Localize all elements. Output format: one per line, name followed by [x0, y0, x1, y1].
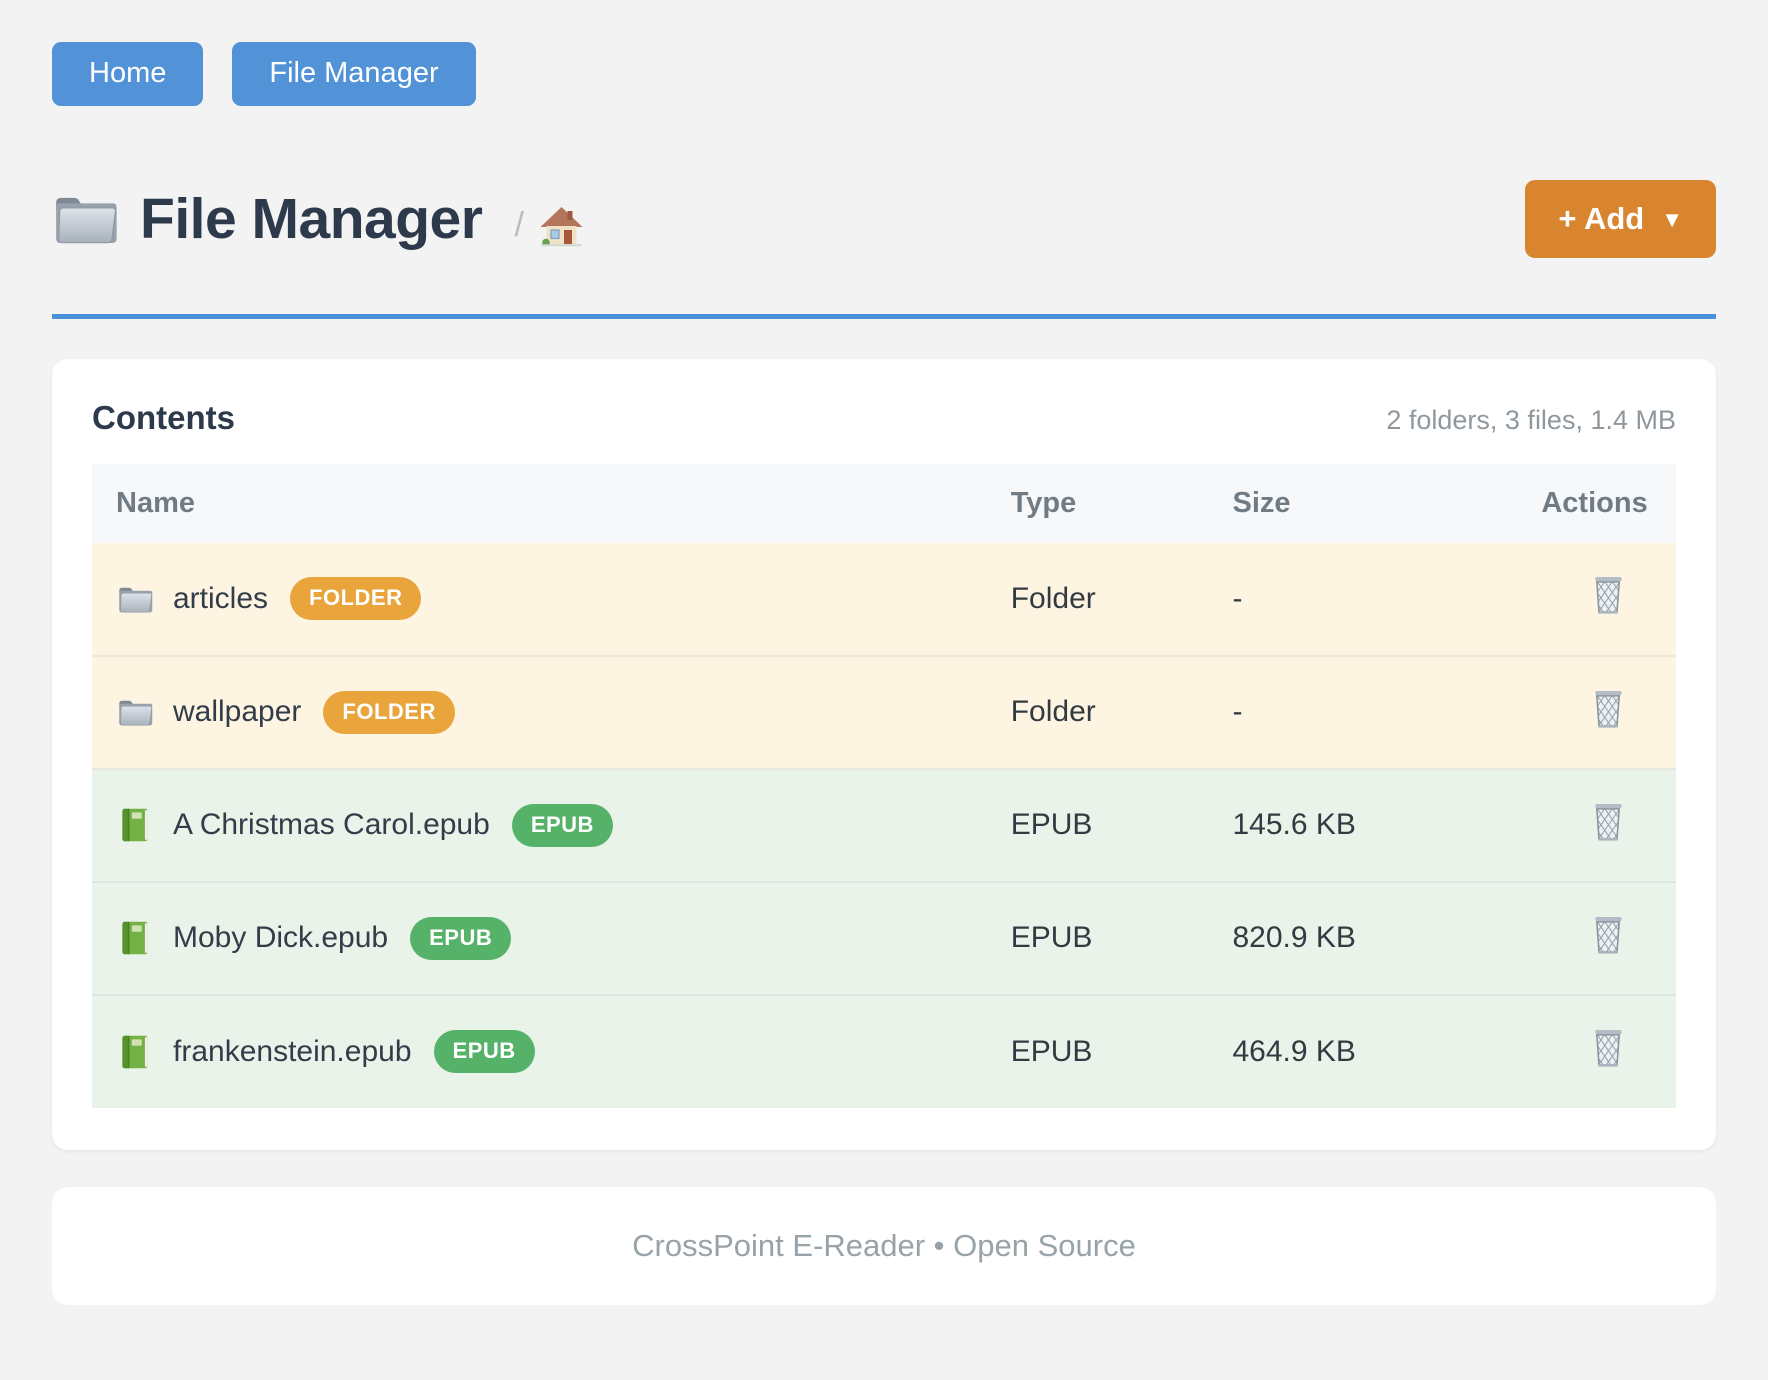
trash-icon [1590, 573, 1627, 616]
nav-file-manager-button[interactable]: File Manager [232, 42, 475, 106]
delete-button[interactable] [1590, 800, 1627, 843]
footer-text: CrossPoint E-Reader • Open Source [632, 1228, 1136, 1263]
size-cell: 820.9 KB [1232, 882, 1541, 995]
type-badge: EPUB [512, 804, 613, 847]
file-name[interactable]: frankenstein.epub [173, 1035, 412, 1069]
contents-title: Contents [92, 399, 235, 437]
table-header-row: Name Type Size Actions [92, 464, 1676, 543]
page-title: File Manager [140, 186, 482, 252]
type-cell: Folder [1011, 543, 1233, 656]
book-icon [117, 920, 153, 956]
trash-icon [1590, 913, 1627, 956]
type-badge: FOLDER [323, 691, 454, 734]
home-icon[interactable] [539, 205, 584, 247]
breadcrumb: / [514, 205, 583, 247]
table-row[interactable]: wallpaper FOLDER Folder - [92, 656, 1676, 769]
trash-icon [1590, 687, 1627, 730]
caret-down-icon: ▼ [1661, 206, 1683, 231]
file-name[interactable]: A Christmas Carol.epub [173, 808, 490, 842]
size-cell: - [1232, 543, 1541, 656]
folder-icon [117, 581, 153, 617]
add-button-label: + Add [1558, 201, 1644, 237]
size-cell: 145.6 KB [1232, 769, 1541, 882]
table-row[interactable]: A Christmas Carol.epub EPUB EPUB 145.6 K… [92, 769, 1676, 882]
nav-home-button[interactable]: Home [52, 42, 203, 106]
row-icon-slot [116, 920, 154, 956]
type-badge: FOLDER [290, 577, 421, 620]
type-cell: Folder [1011, 656, 1233, 769]
column-header-actions: Actions [1541, 464, 1676, 543]
trash-icon [1590, 1026, 1627, 1069]
breadcrumb-separator: / [514, 206, 523, 245]
contents-card: Contents 2 folders, 3 files, 1.4 MB Name… [52, 359, 1716, 1150]
row-icon-slot [116, 581, 154, 617]
folder-icon [117, 694, 153, 730]
contents-summary: 2 folders, 3 files, 1.4 MB [1386, 405, 1676, 436]
book-icon [117, 1034, 153, 1070]
file-table: Name Type Size Actions articles FOLDER F… [92, 464, 1676, 1108]
column-header-name: Name [92, 464, 1011, 543]
table-row[interactable]: articles FOLDER Folder - [92, 543, 1676, 656]
page-header: File Manager / + Add ▼ [52, 180, 1716, 258]
type-cell: EPUB [1011, 995, 1233, 1108]
top-nav: Home File Manager [0, 0, 1768, 106]
table-row[interactable]: Moby Dick.epub EPUB EPUB 820.9 KB [92, 882, 1676, 995]
type-cell: EPUB [1011, 769, 1233, 882]
delete-button[interactable] [1590, 913, 1627, 956]
book-icon [117, 807, 153, 843]
type-badge: EPUB [434, 1030, 535, 1073]
row-icon-slot [116, 1034, 154, 1070]
type-cell: EPUB [1011, 882, 1233, 995]
add-button[interactable]: + Add ▼ [1525, 180, 1716, 258]
type-badge: EPUB [410, 917, 511, 960]
delete-button[interactable] [1590, 1026, 1627, 1069]
table-row[interactable]: frankenstein.epub EPUB EPUB 464.9 KB [92, 995, 1676, 1108]
row-icon-slot [116, 807, 154, 843]
delete-button[interactable] [1590, 687, 1627, 730]
file-name[interactable]: articles [173, 582, 268, 616]
trash-icon [1590, 800, 1627, 843]
file-name[interactable]: Moby Dick.epub [173, 921, 388, 955]
delete-button[interactable] [1590, 573, 1627, 616]
size-cell: - [1232, 656, 1541, 769]
file-table-body: articles FOLDER Folder - wallpaper FOLDE… [92, 543, 1676, 1108]
file-name[interactable]: wallpaper [173, 695, 301, 729]
header-divider [52, 314, 1716, 319]
size-cell: 464.9 KB [1232, 995, 1541, 1108]
column-header-type: Type [1011, 464, 1233, 543]
folder-icon [52, 190, 118, 247]
row-icon-slot [116, 694, 154, 730]
footer: CrossPoint E-Reader • Open Source [52, 1187, 1716, 1305]
column-header-size: Size [1232, 464, 1541, 543]
